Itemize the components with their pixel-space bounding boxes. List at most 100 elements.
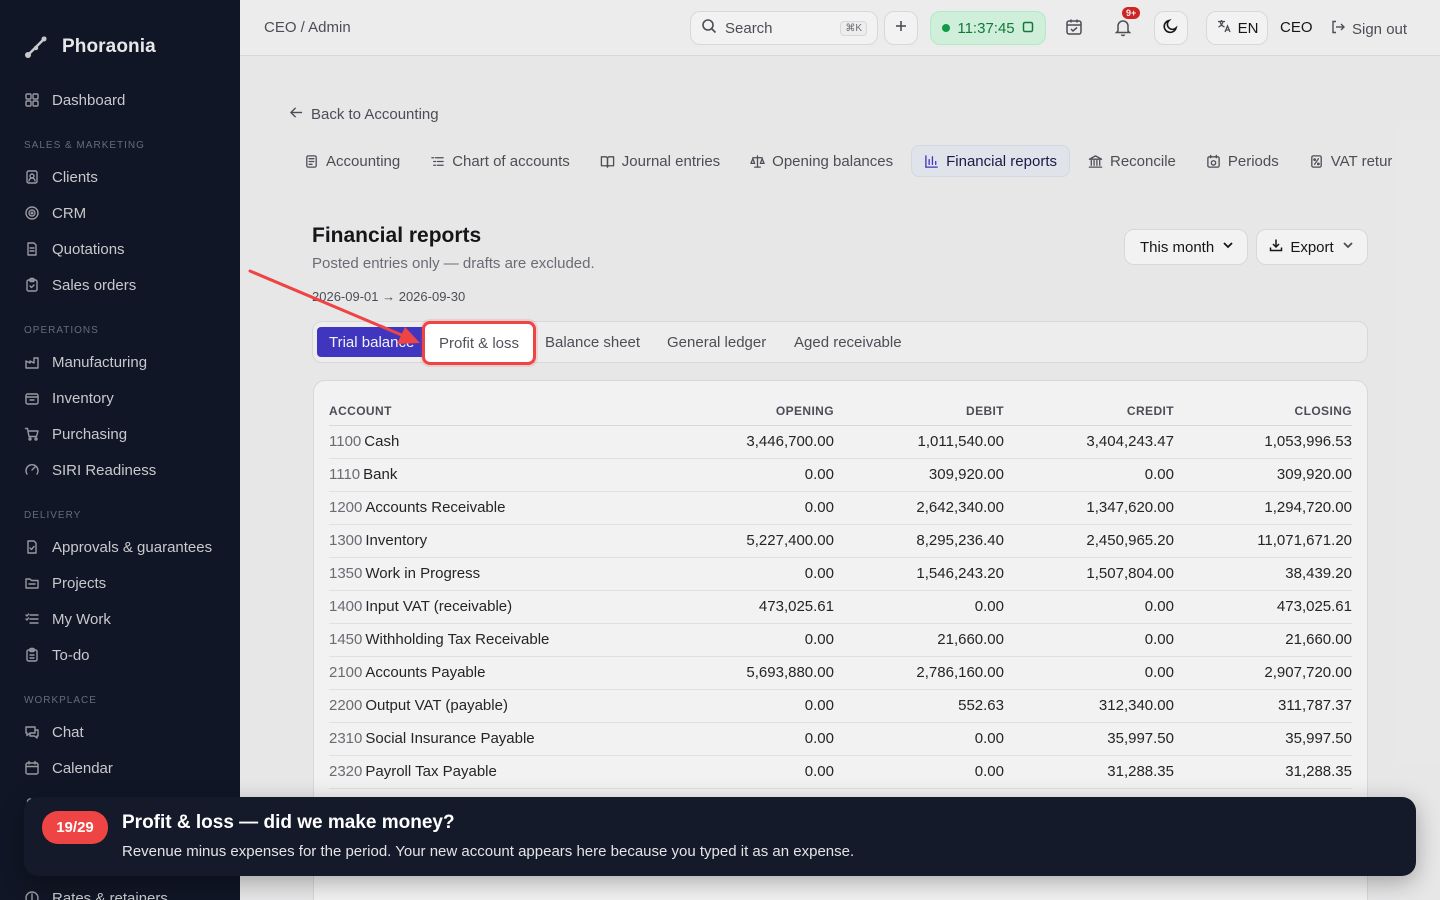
- user-role[interactable]: CEO: [1280, 19, 1313, 36]
- table-row[interactable]: 1110 Bank 0.00 309,920.00 0.00 309,920.00: [329, 458, 1352, 492]
- sidebar-item-quotations[interactable]: Quotations: [0, 231, 240, 267]
- sidebar-item-projects[interactable]: Projects: [0, 565, 240, 601]
- table-row[interactable]: 2200 Output VAT (payable) 0.00 552.63 312,34…: [329, 689, 1352, 723]
- siri-readiness-icon: [24, 462, 40, 478]
- account-name: Input VAT (receivable): [365, 598, 513, 615]
- tab-label: Reconcile: [1110, 152, 1176, 170]
- column-header[interactable]: OPENING: [639, 397, 834, 426]
- clock-badge[interactable]: 11:37:45: [930, 11, 1046, 45]
- sidebar-item-to-do[interactable]: To-do: [0, 637, 240, 673]
- column-header[interactable]: ACCOUNT: [329, 397, 639, 426]
- tab-label: VAT return: [1330, 152, 1392, 170]
- opening-cell: 0.00: [639, 491, 834, 525]
- account-code: 1110: [329, 466, 361, 483]
- sidebar-item-rates-retainers[interactable]: Rates & retainers: [0, 880, 240, 900]
- periods-icon: [1206, 154, 1221, 169]
- column-header[interactable]: CLOSING: [1174, 397, 1352, 426]
- sign-out-link[interactable]: Sign out: [1330, 19, 1407, 39]
- manufacturing-icon: [24, 354, 40, 370]
- tab-opening-balances[interactable]: Opening balances: [738, 145, 905, 177]
- tab-chart-of-accounts[interactable]: Chart of accounts: [418, 145, 582, 177]
- period-select[interactable]: This month: [1124, 229, 1248, 265]
- table-row[interactable]: 1450 Withholding Tax Receivable 0.00 21,660…: [329, 623, 1352, 657]
- opening-cell: 0.00: [639, 722, 834, 756]
- theme-toggle-button[interactable]: [1154, 11, 1188, 45]
- notification-badge: 9+: [1122, 7, 1141, 19]
- report-tab-balance-sheet[interactable]: Balance sheet: [533, 327, 652, 357]
- table-row[interactable]: 2320 Payroll Tax Payable 0.00 0.00 31,288.35…: [329, 755, 1352, 789]
- opening-cell: 473,025.61: [639, 590, 834, 624]
- tab-reconcile[interactable]: Reconcile: [1076, 145, 1188, 177]
- todo-icon: [24, 647, 40, 663]
- sidebar-item-sales-orders[interactable]: Sales orders: [0, 267, 240, 303]
- account-name: Accounts Payable: [365, 664, 486, 681]
- sidebar-item-inventory[interactable]: Inventory: [0, 380, 240, 416]
- column-header[interactable]: CREDIT: [1004, 397, 1174, 426]
- sidebar: Phoraonia Dashboard SALES & MARKETING Clie…: [0, 0, 240, 900]
- sidebar-item-manufacturing[interactable]: Manufacturing: [0, 344, 240, 380]
- sidebar-item-clients[interactable]: Clients: [0, 159, 240, 195]
- sidebar-item-label: Projects: [52, 574, 107, 592]
- tab-journal-entries[interactable]: Journal entries: [588, 145, 732, 177]
- opening-cell: 3,446,700.00: [639, 425, 834, 459]
- table-row[interactable]: 1300 Inventory 5,227,400.00 8,295,236.40 2,4…: [329, 524, 1352, 558]
- calendar-check-icon[interactable]: [1064, 17, 1084, 42]
- plus-icon: [892, 17, 910, 40]
- tab-periods[interactable]: Periods: [1194, 145, 1291, 177]
- sidebar-item-approvals-guarantees[interactable]: Approvals & guarantees: [0, 529, 240, 565]
- translate-icon: [1216, 18, 1232, 38]
- search-box[interactable]: Search ⌘K: [690, 11, 878, 45]
- account-name: Withholding Tax Receivable: [365, 631, 550, 648]
- account-cell: 1300 Inventory: [329, 524, 639, 558]
- account-cell: 1110 Bank: [329, 458, 639, 492]
- debit-cell: 0.00: [834, 590, 1004, 624]
- purchasing-icon: [24, 426, 40, 442]
- opening-cell: 0.00: [639, 689, 834, 723]
- sidebar-item-siri-readiness[interactable]: SIRI Readiness: [0, 452, 240, 488]
- closing-cell: 309,920.00: [1174, 458, 1352, 492]
- tab-label: Financial reports: [946, 152, 1057, 170]
- report-tab-aged-receivable[interactable]: Aged receivable: [782, 327, 914, 357]
- sidebar-item-calendar[interactable]: Calendar: [0, 750, 240, 786]
- sidebar-item-purchasing[interactable]: Purchasing: [0, 416, 240, 452]
- tour-tooltip[interactable]: 19/29 Profit & loss — did we make money?…: [24, 797, 1416, 876]
- table-row[interactable]: 1400 Input VAT (receivable) 473,025.61 0.00…: [329, 590, 1352, 624]
- brand[interactable]: Phoraonia: [0, 0, 240, 72]
- sidebar-item-my-work[interactable]: My Work: [0, 601, 240, 637]
- search-placeholder: Search: [725, 19, 773, 37]
- sidebar-item-label: Rates & retainers: [52, 889, 168, 900]
- add-button[interactable]: [884, 11, 918, 45]
- sidebar-item-dashboard[interactable]: Dashboard: [0, 82, 240, 118]
- chart-of-accounts-icon: [430, 154, 445, 169]
- report-tab-trial-balance[interactable]: Trial balance: [317, 327, 427, 357]
- account-code: 2320: [329, 763, 363, 780]
- tab-vat-return[interactable]: VAT return: [1297, 145, 1392, 177]
- tab-financial-reports[interactable]: Financial reports: [911, 145, 1070, 177]
- credit-cell: 0.00: [1004, 458, 1174, 492]
- sidebar-item-chat[interactable]: Chat: [0, 714, 240, 750]
- export-button[interactable]: Export: [1256, 229, 1368, 265]
- report-tab-general-ledger[interactable]: General ledger: [655, 327, 778, 357]
- bar-chart-icon: [924, 154, 939, 169]
- column-header[interactable]: DEBIT: [834, 397, 1004, 426]
- table-row[interactable]: 2100 Accounts Payable 5,693,880.00 2,786,16…: [329, 656, 1352, 690]
- bell-icon[interactable]: [1113, 17, 1133, 42]
- table-row[interactable]: 1200 Accounts Receivable 0.00 2,642,340.00 1…: [329, 491, 1352, 525]
- back-link[interactable]: Back to Accounting: [289, 106, 439, 123]
- tab-accounting[interactable]: Accounting: [292, 145, 412, 177]
- opening-cell: 5,227,400.00: [639, 524, 834, 558]
- search-icon: [701, 18, 717, 38]
- sidebar-item-crm[interactable]: CRM: [0, 195, 240, 231]
- table-row[interactable]: 2310 Social Insurance Payable 0.00 0.00 35,9…: [329, 722, 1352, 756]
- table-row[interactable]: 1100 Cash 3,446,700.00 1,011,540.00 3,404,24…: [329, 425, 1352, 459]
- sign-out-label: Sign out: [1352, 20, 1408, 38]
- report-tab-profit-loss[interactable]: Profit & loss: [422, 321, 537, 365]
- sidebar-item-label: SIRI Readiness: [52, 461, 157, 479]
- my-work-icon: [24, 611, 40, 627]
- debit-cell: 2,786,160.00: [834, 656, 1004, 690]
- inventory-icon: [24, 390, 40, 406]
- table-row[interactable]: 1350 Work in Progress 0.00 1,546,243.20 1,50…: [329, 557, 1352, 591]
- sidebar-item-label: Inventory: [52, 389, 114, 407]
- debit-cell: 552.63: [834, 689, 1004, 723]
- language-button[interactable]: EN: [1206, 11, 1268, 45]
